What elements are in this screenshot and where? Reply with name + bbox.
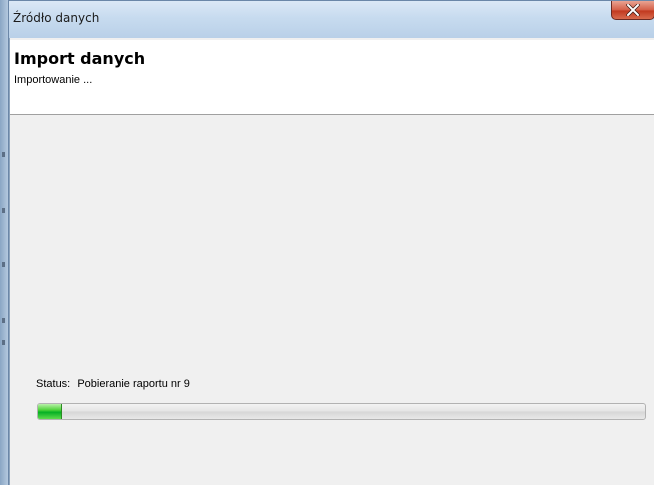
close-button[interactable] [611, 1, 654, 20]
status-row: Status: Pobieranie raportu nr 9 [36, 378, 190, 390]
page-subtitle: Importowanie ... [14, 74, 93, 86]
dialog-content: Import danych Importowanie ... Status: P… [9, 38, 654, 485]
import-dialog: Źródło danych Import danych Importowanie… [8, 0, 654, 485]
progress-fill [38, 404, 63, 419]
title-bar[interactable]: Źródło danych [9, 1, 654, 38]
window-title: Źródło danych [13, 11, 100, 25]
page-title: Import danych [14, 49, 146, 68]
status-label: Status: [36, 378, 71, 390]
import-progress-bar [37, 403, 646, 420]
status-value: Pobieranie raportu nr 9 [77, 378, 190, 390]
wizard-header: Import danych Importowanie ... [10, 40, 654, 115]
close-icon [626, 4, 640, 16]
